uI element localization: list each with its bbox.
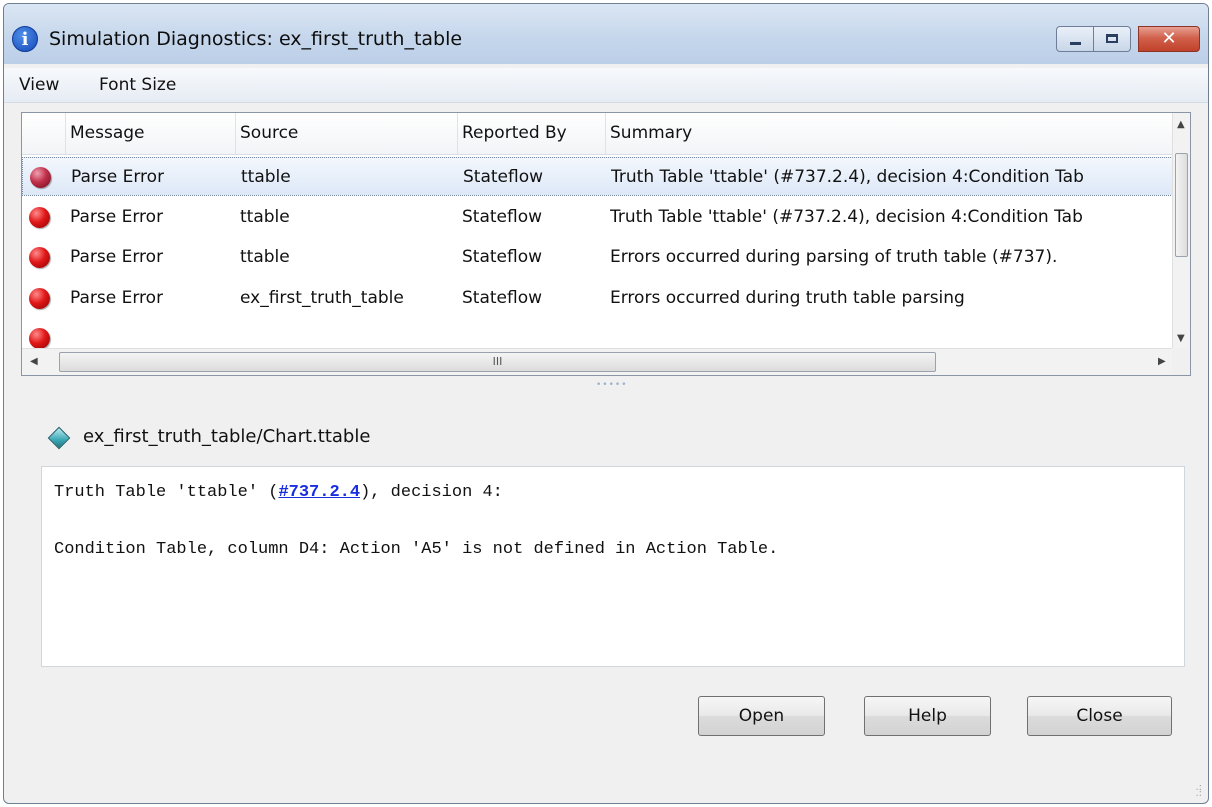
summary-cell: Errors occurred during truth table parsi… — [610, 288, 965, 308]
summary-cell: Truth Table 'ttable' (#737.2.4), decisio… — [611, 167, 1084, 187]
list-header: Message Source Reported By Summary — [22, 113, 1173, 155]
menu-view[interactable]: View — [19, 75, 59, 95]
info-icon: i — [12, 26, 38, 52]
close-button[interactable]: Close — [1027, 696, 1172, 736]
icon-column-header[interactable] — [22, 113, 66, 154]
error-icon — [29, 288, 50, 309]
diagnostics-list: Message Source Reported By Summary Parse… — [21, 112, 1191, 376]
scroll-up-icon[interactable]: ▲ — [1177, 119, 1185, 130]
reported-by-cell: Stateflow — [462, 247, 543, 267]
scrollbar-corner — [1172, 348, 1190, 375]
detail-line-1: Truth Table 'ttable' (#737.2.4), decisio… — [54, 483, 503, 502]
source-cell: ex_first_truth_table — [240, 288, 404, 308]
message-cell: Parse Error — [70, 207, 164, 227]
close-window-button[interactable]: ✕ — [1138, 26, 1200, 52]
error-icon — [29, 328, 50, 349]
column-header-reported-by[interactable]: Reported By — [458, 113, 606, 154]
source-cell: ttable — [241, 167, 291, 187]
close-icon: ✕ — [1161, 28, 1177, 49]
open-button[interactable]: Open — [698, 696, 825, 736]
table-row[interactable]: Parse Error ttable Stateflow Truth Table… — [22, 157, 1173, 196]
title-bar[interactable]: i Simulation Diagnostics: ex_first_truth… — [4, 4, 1208, 64]
truth-table-icon — [47, 426, 71, 450]
vertical-scrollbar[interactable]: ▲ ▼ — [1172, 113, 1190, 349]
maximize-button[interactable] — [1093, 26, 1131, 52]
window-title: Simulation Diagnostics: ex_first_truth_t… — [49, 28, 463, 50]
minimize-icon — [1070, 42, 1081, 45]
object-link[interactable]: #737.2.4 — [278, 483, 360, 502]
resize-grip[interactable]: .:.: — [1195, 783, 1202, 799]
menu-bar: View Font Size — [4, 68, 1208, 103]
detail-line-2: Condition Table, column D4: Action 'A5' … — [54, 540, 779, 559]
summary-cell: Errors occurred during parsing of truth … — [610, 247, 1058, 267]
scroll-right-icon[interactable]: ▶ — [1158, 356, 1166, 367]
menu-font-size[interactable]: Font Size — [99, 75, 176, 95]
reported-by-cell: Stateflow — [462, 288, 543, 308]
column-header-source[interactable]: Source — [236, 113, 458, 154]
message-cell: Parse Error — [70, 247, 164, 267]
window-controls: ✕ — [1056, 26, 1200, 52]
vertical-scroll-thumb[interactable] — [1175, 153, 1188, 257]
source-cell: ttable — [240, 207, 290, 227]
detail-line-1-suffix: ), decision 4: — [360, 483, 503, 502]
horizontal-scroll-thumb[interactable]: III — [59, 352, 936, 372]
reported-by-cell: Stateflow — [462, 207, 543, 227]
maximize-icon — [1106, 34, 1118, 43]
table-row[interactable]: Parse Error ttable Stateflow Truth Table… — [22, 198, 1173, 237]
message-detail-pane: Truth Table 'ttable' (#737.2.4), decisio… — [41, 466, 1185, 667]
simulation-diagnostics-window: i Simulation Diagnostics: ex_first_truth… — [3, 3, 1209, 804]
summary-cell: Truth Table 'ttable' (#737.2.4), decisio… — [610, 207, 1083, 227]
reported-by-cell: Stateflow — [463, 167, 544, 187]
column-header-message[interactable]: Message — [66, 113, 236, 154]
message-cell: Parse Error — [70, 288, 164, 308]
error-icon — [30, 167, 51, 188]
message-cell: Parse Error — [71, 167, 165, 187]
error-icon — [29, 207, 50, 228]
minimize-button[interactable] — [1056, 26, 1094, 52]
table-row[interactable]: Parse Error ttable Stateflow Errors occu… — [22, 238, 1173, 277]
detail-line-1-prefix: Truth Table 'ttable' ( — [54, 483, 279, 502]
table-row[interactable]: Parse Error ex_first_truth_table Statefl… — [22, 279, 1173, 318]
source-cell: ttable — [240, 247, 290, 267]
help-button[interactable]: Help — [864, 696, 991, 736]
scroll-left-icon[interactable]: ◀ — [30, 356, 38, 367]
scroll-down-icon[interactable]: ▼ — [1177, 333, 1185, 344]
source-path-label[interactable]: ex_first_truth_table/Chart.ttable — [83, 426, 370, 447]
column-header-summary[interactable]: Summary — [606, 113, 1173, 154]
splitter-handle[interactable]: ••••• — [596, 380, 628, 390]
error-icon — [29, 247, 50, 268]
horizontal-scrollbar[interactable]: ◀ III ▶ — [22, 348, 1173, 375]
